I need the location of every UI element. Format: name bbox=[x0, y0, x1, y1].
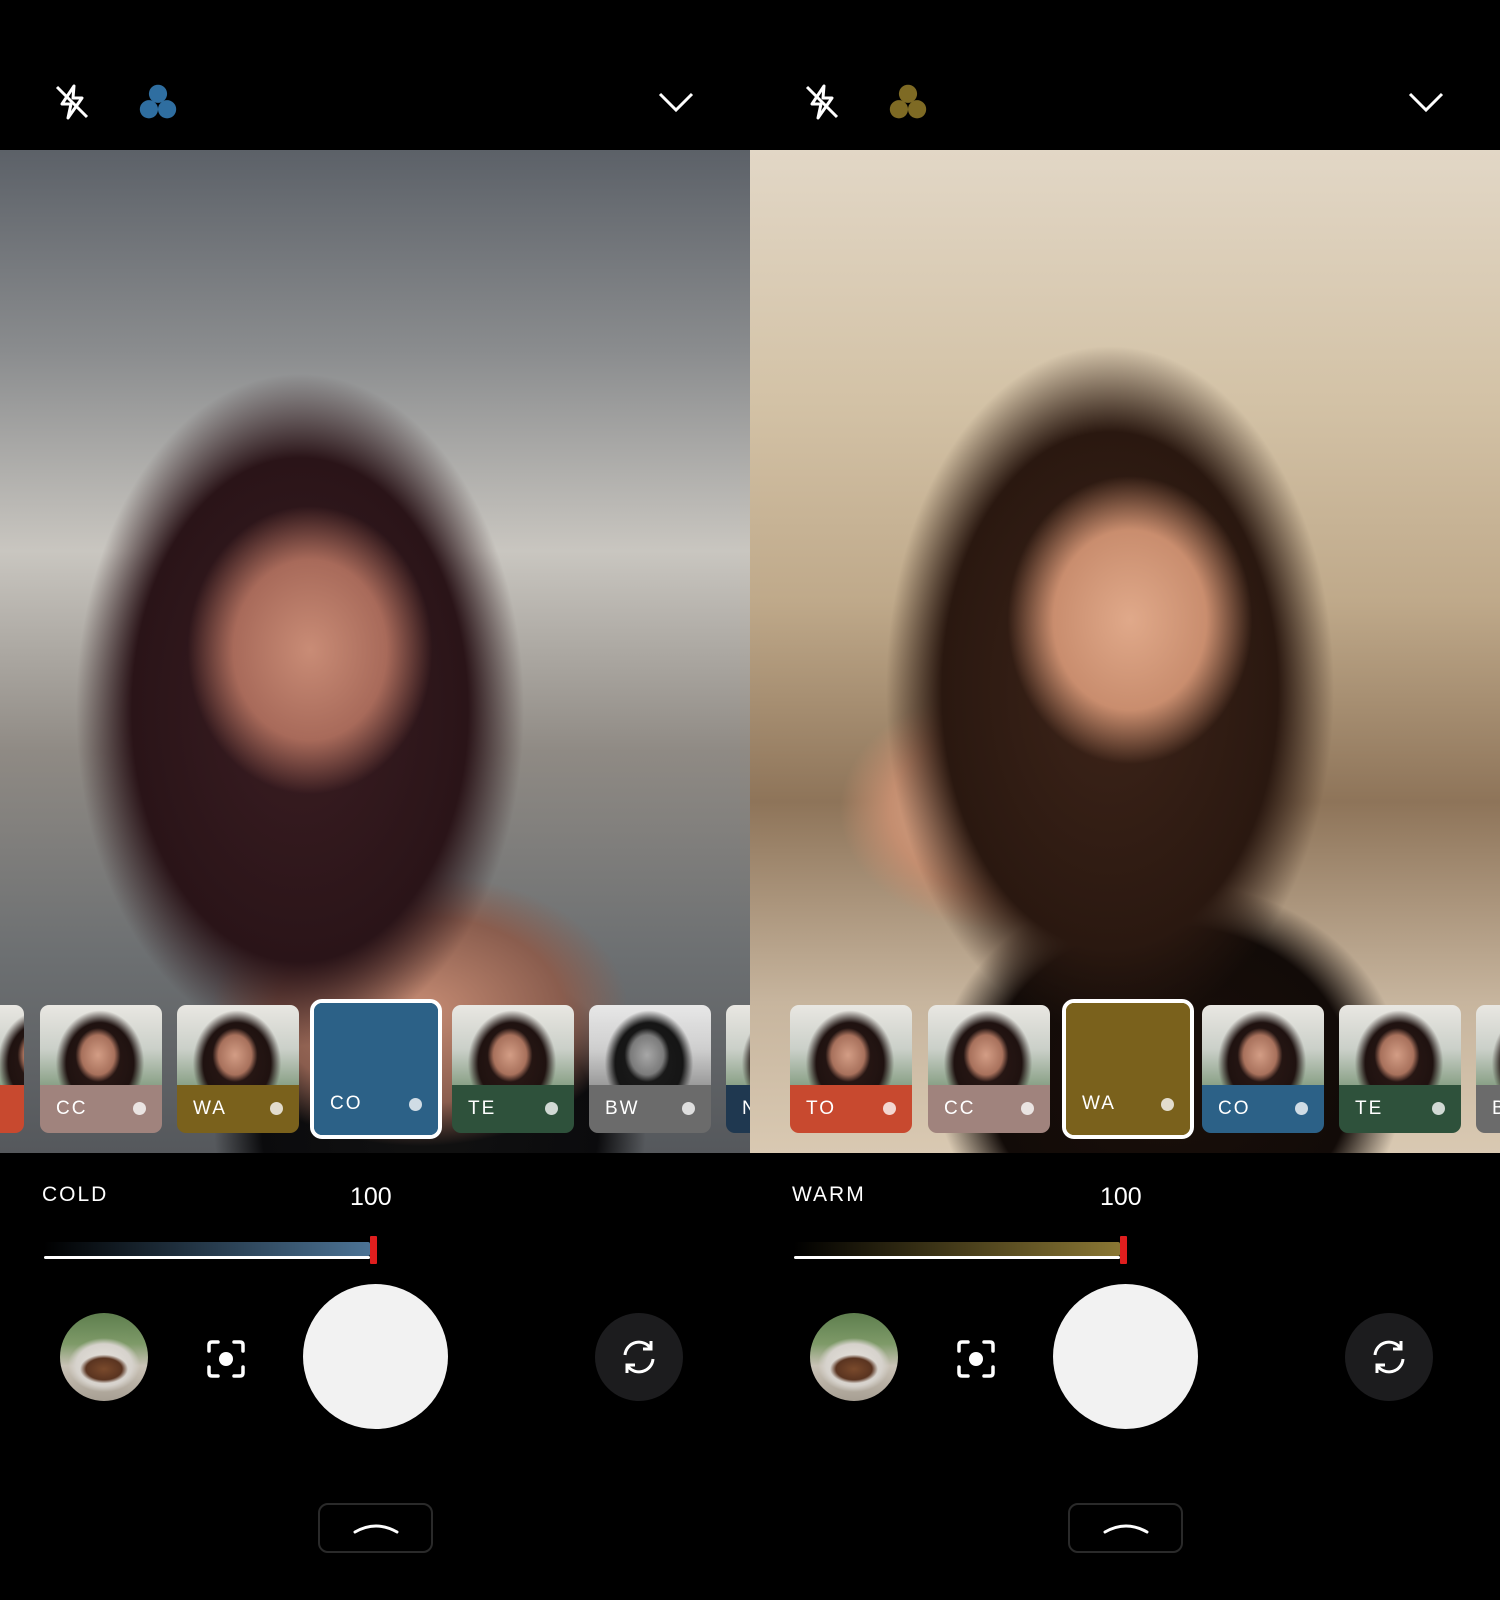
filter-label-bar: TO bbox=[790, 1085, 912, 1133]
switch-camera-icon bbox=[1373, 1340, 1405, 1374]
slider-track bbox=[794, 1242, 1120, 1256]
filter-label-bar: BW bbox=[589, 1085, 711, 1133]
filter-label-bar: N bbox=[726, 1085, 750, 1133]
filter-indicator-dot bbox=[409, 1098, 422, 1111]
filter-option-to[interactable]: TO bbox=[790, 1005, 912, 1133]
filter-effects-icon[interactable] bbox=[888, 82, 928, 122]
filter-preview-image bbox=[1202, 1005, 1324, 1085]
flash-off-icon[interactable] bbox=[52, 82, 92, 122]
filter-option-b[interactable]: B bbox=[1476, 1005, 1500, 1133]
focus-mode-icon[interactable] bbox=[204, 1337, 248, 1381]
filter-option-cc[interactable]: CC bbox=[928, 1005, 1050, 1133]
filter-label-bar: CO bbox=[1202, 1085, 1324, 1133]
filter-preview-image bbox=[790, 1005, 912, 1085]
filter-label-bar: B bbox=[1476, 1085, 1500, 1133]
filter-label: WA bbox=[1082, 1093, 1116, 1114]
filter-label: B bbox=[1492, 1098, 1500, 1120]
intensity-slider[interactable] bbox=[44, 1236, 384, 1264]
filter-label-bar bbox=[0, 1085, 24, 1133]
filter-label-bar: CC bbox=[928, 1085, 1050, 1133]
filter-label-bar: CC bbox=[40, 1085, 162, 1133]
filter-indicator-dot bbox=[1432, 1102, 1445, 1115]
chevron-up-icon bbox=[1103, 1524, 1148, 1534]
filter-name: WARM bbox=[792, 1183, 866, 1206]
filter-option-te[interactable]: TE bbox=[1339, 1005, 1461, 1133]
camera-screen-warm: TO CC WA CO TE B WARM 100 bbox=[750, 0, 1500, 1600]
filter-option-n[interactable]: N bbox=[726, 1005, 750, 1133]
filter-preview-image bbox=[0, 1005, 24, 1085]
slider-track bbox=[44, 1242, 370, 1256]
flash-off-icon[interactable] bbox=[802, 82, 842, 122]
filter-strip: TO CC WA CO TE B bbox=[750, 999, 1500, 1139]
shutter-button[interactable] bbox=[1053, 1284, 1198, 1429]
filter-option-cc[interactable]: CC bbox=[40, 1005, 162, 1133]
slider-handle[interactable] bbox=[370, 1236, 377, 1264]
filter-intensity-value: 100 bbox=[1100, 1183, 1142, 1211]
filter-option-wa[interactable]: WA bbox=[177, 1005, 299, 1133]
filter-label-bar: CO bbox=[314, 1003, 438, 1135]
filter-indicator-dot bbox=[1161, 1098, 1174, 1111]
filter-label: CC bbox=[944, 1098, 976, 1119]
filter-label: CC bbox=[56, 1098, 88, 1119]
camera-top-bar bbox=[750, 0, 1500, 150]
intensity-slider[interactable] bbox=[794, 1236, 1134, 1264]
comparison-stage: CC WA CO TE BW N COLD 100 bbox=[0, 0, 1500, 1600]
filter-preview-image bbox=[1339, 1005, 1461, 1085]
filter-label-bar: WA bbox=[1066, 1003, 1190, 1135]
focus-mode-icon[interactable] bbox=[954, 1337, 998, 1381]
filter-effects-icon[interactable] bbox=[138, 82, 178, 122]
chevron-down-icon[interactable] bbox=[656, 82, 696, 122]
camera-top-bar bbox=[0, 0, 750, 150]
switch-camera-icon bbox=[623, 1340, 655, 1374]
gallery-thumbnail[interactable] bbox=[810, 1313, 898, 1401]
filter-option-co[interactable]: CO bbox=[1202, 1005, 1324, 1133]
filter-label: WA bbox=[193, 1098, 227, 1119]
slider-base bbox=[44, 1256, 370, 1259]
filter-label: TE bbox=[1355, 1098, 1384, 1119]
slider-handle[interactable] bbox=[1120, 1236, 1127, 1264]
filter-indicator-dot bbox=[1295, 1102, 1308, 1115]
filter-label: N bbox=[742, 1098, 750, 1120]
filter-preview-image bbox=[177, 1005, 299, 1085]
filter-indicator-dot bbox=[682, 1102, 695, 1115]
filter-name: COLD bbox=[42, 1183, 109, 1206]
filter-indicator-dot bbox=[545, 1102, 558, 1115]
filter-option-partial[interactable] bbox=[0, 1005, 24, 1133]
filter-option-wa[interactable]: WA bbox=[1062, 999, 1194, 1139]
filter-intensity-value: 100 bbox=[350, 1183, 392, 1211]
filter-label-bar: TE bbox=[452, 1085, 574, 1133]
filter-label-bar: WA bbox=[177, 1085, 299, 1133]
slider-base bbox=[794, 1256, 1120, 1259]
filter-label: CO bbox=[1218, 1098, 1251, 1119]
filter-option-co[interactable]: CO bbox=[310, 999, 442, 1139]
filter-preview-image bbox=[928, 1005, 1050, 1085]
chevron-down-icon[interactable] bbox=[1406, 82, 1446, 122]
filter-label-bar: TE bbox=[1339, 1085, 1461, 1133]
filter-label: TE bbox=[468, 1098, 497, 1119]
filter-label: TO bbox=[806, 1098, 837, 1119]
camera-screen-cold: CC WA CO TE BW N COLD 100 bbox=[0, 0, 750, 1600]
filter-label: BW bbox=[605, 1098, 640, 1119]
filter-indicator-dot bbox=[133, 1102, 146, 1115]
filter-preview-image bbox=[1476, 1005, 1500, 1085]
filter-preview-image bbox=[589, 1005, 711, 1085]
filter-indicator-dot bbox=[883, 1102, 896, 1115]
filter-preview-image bbox=[452, 1005, 574, 1085]
switch-camera-button[interactable] bbox=[1345, 1313, 1433, 1401]
drawer-handle[interactable] bbox=[1068, 1503, 1183, 1553]
filter-option-te[interactable]: TE bbox=[452, 1005, 574, 1133]
filter-indicator-dot bbox=[270, 1102, 283, 1115]
filter-preview-image bbox=[40, 1005, 162, 1085]
switch-camera-button[interactable] bbox=[595, 1313, 683, 1401]
filter-strip: CC WA CO TE BW N bbox=[0, 999, 750, 1139]
gallery-thumbnail[interactable] bbox=[60, 1313, 148, 1401]
filter-indicator-dot bbox=[1021, 1102, 1034, 1115]
shutter-button[interactable] bbox=[303, 1284, 448, 1429]
drawer-handle[interactable] bbox=[318, 1503, 433, 1553]
filter-option-bw[interactable]: BW bbox=[589, 1005, 711, 1133]
filter-label: CO bbox=[330, 1093, 363, 1114]
chevron-up-icon bbox=[353, 1524, 398, 1534]
filter-preview-image bbox=[726, 1005, 750, 1085]
